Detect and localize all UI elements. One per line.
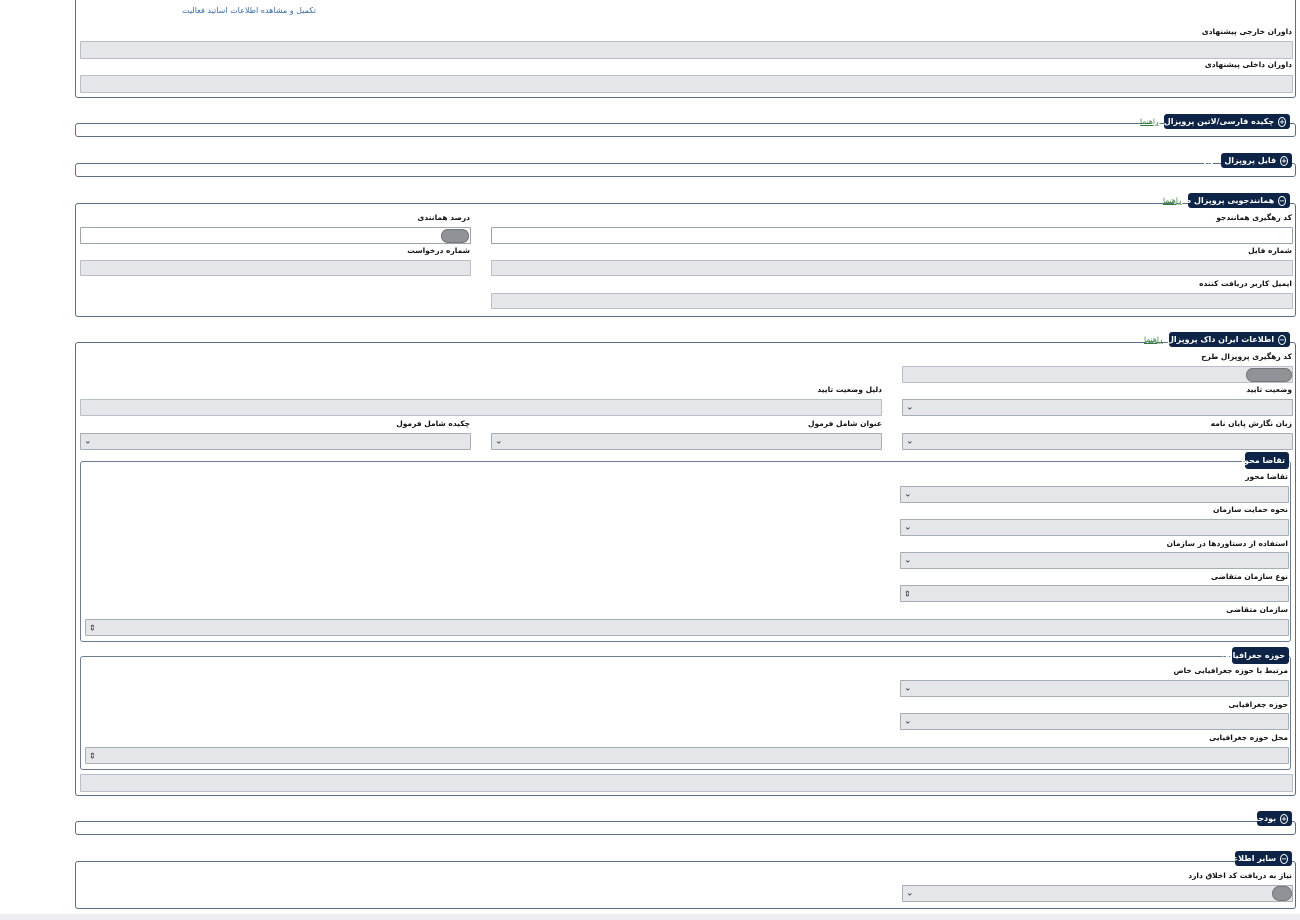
- demand-based-select[interactable]: ⌄: [900, 486, 1289, 503]
- support-type-select[interactable]: ⌄: [900, 519, 1289, 536]
- other-section-header[interactable]: سایر اطلاعات −: [1222, 851, 1292, 866]
- geo-subsection-title: حوزه جغرافیایی: [1221, 651, 1286, 660]
- chevron-down-icon: ⇕: [89, 751, 96, 760]
- ethics-code-select[interactable]: ⌄: [902, 885, 1293, 902]
- irandoc-section-header[interactable]: اطلاعات ایران داک پروپزال طرح −: [1146, 332, 1290, 347]
- irandoc-help-link[interactable]: راهنما: [1144, 335, 1163, 344]
- abstract-formula-label: چکیده شامل فرمول: [396, 419, 470, 428]
- plus-circle-icon: +: [1280, 813, 1288, 824]
- applicant-org-type-label: نوع سازمان متقاضی: [1211, 572, 1288, 581]
- ethics-code-label: نیاز به دریافت کد اخلاق دارد: [1188, 871, 1292, 880]
- geo-location-select[interactable]: ⇕: [85, 747, 1289, 764]
- thesis-language-select[interactable]: ⌄: [902, 433, 1293, 450]
- file-number-label: شماره فایل: [1248, 246, 1292, 255]
- geo-area-label: حوزه جغرافیایی: [1228, 700, 1288, 709]
- chevron-down-icon: ⌄: [904, 489, 912, 499]
- title-formula-select[interactable]: ⌄: [491, 433, 882, 450]
- file-panel: [75, 163, 1296, 177]
- external-referees-label: داوران خارجی پیشنهادی: [1201, 27, 1292, 36]
- chevron-down-icon: ⌄: [904, 716, 912, 726]
- plus-circle-icon: +: [1280, 155, 1288, 166]
- recipient-email-field[interactable]: [491, 293, 1293, 309]
- chevron-down-icon: ⌄: [904, 683, 912, 693]
- internal-referees-label: داوران داخلی پیشنهادی: [1204, 60, 1292, 69]
- chevron-down-icon: ⌄: [904, 522, 912, 532]
- approval-reason-label: دلیل وضعیت تایید: [817, 385, 882, 394]
- chevron-down-icon: ⌄: [84, 436, 92, 446]
- abstract-panel: [75, 123, 1296, 137]
- abstract-section-title: چکیده فارسی/لاتین پروپزال طرح: [1142, 117, 1275, 126]
- applicant-org-select[interactable]: ⇕: [85, 619, 1289, 636]
- chevron-down-icon: ⌄: [904, 555, 912, 565]
- external-referees-field[interactable]: [80, 41, 1293, 59]
- request-number-label: شماره درخواست: [407, 246, 470, 255]
- abstract-section-header[interactable]: چکیده فارسی/لاتین پروپزال طرح +: [1143, 114, 1290, 129]
- geo-area-select[interactable]: ⌄: [900, 713, 1289, 730]
- similarity-section-title: همانندجویی پروپزال طرح: [1172, 196, 1275, 205]
- achievements-use-select[interactable]: ⌄: [900, 552, 1289, 569]
- irandoc-tracking-code-field[interactable]: [902, 366, 1293, 383]
- chevron-down-icon: ⌄: [906, 436, 914, 446]
- demand-based-label: تقاضا محور: [1245, 472, 1288, 481]
- minus-circle-icon: −: [1280, 853, 1288, 864]
- budget-section-header[interactable]: بودجه +: [1253, 811, 1292, 826]
- geo-subsection-header[interactable]: حوزه جغرافیایی: [1222, 647, 1289, 664]
- chevron-down-icon: ⇕: [904, 589, 911, 598]
- similarity-percent-toggle[interactable]: [441, 229, 469, 243]
- demand-subsection-title: تقاضا محور: [1239, 456, 1285, 465]
- irandoc-tracking-toggle[interactable]: [1246, 368, 1292, 382]
- similarity-tracking-code-label: کد رهگیری همانندجو: [1216, 213, 1292, 222]
- applicant-org-type-select[interactable]: ⇕: [900, 585, 1289, 602]
- file-section-title: فایل پروپزال طرح: [1203, 156, 1277, 165]
- similarity-percent-input[interactable]: [80, 227, 471, 244]
- related-geo-select[interactable]: ⌄: [900, 680, 1289, 697]
- page-footer-strip: [0, 914, 1300, 920]
- geo-location-label: محل حوزه جغرافیایی: [1209, 733, 1288, 742]
- approval-status-label: وضعیت تایید: [1246, 385, 1292, 394]
- chevron-down-icon: ⌄: [906, 888, 914, 898]
- demand-subsection-header[interactable]: تقاضا محور: [1239, 452, 1289, 469]
- plus-circle-icon: +: [1278, 116, 1286, 127]
- support-type-label: نحوه حمایت سازمان: [1213, 505, 1288, 514]
- recipient-email-label: ایمیل کاربر دریافت کننده: [1199, 279, 1292, 288]
- applicant-org-label: سازمان متقاضی: [1226, 605, 1288, 614]
- minus-circle-icon: −: [1278, 334, 1286, 345]
- approval-status-select[interactable]: ⌄: [902, 399, 1293, 416]
- title-formula-label: عنوان شامل فرمول: [807, 419, 882, 428]
- file-number-field[interactable]: [491, 260, 1293, 276]
- budget-section-title: بودجه: [1253, 814, 1277, 823]
- irandoc-tracking-code-label: کد رهگیری پروپزال طرح: [1201, 352, 1292, 361]
- similarity-percent-label: درصد همانندی: [417, 213, 471, 222]
- file-section-header[interactable]: فایل پروپزال طرح +: [1203, 153, 1292, 168]
- thesis-language-label: زبان نگارش پایان نامه: [1210, 419, 1292, 428]
- internal-referees-field[interactable]: [80, 75, 1293, 93]
- chevron-down-icon: ⌄: [495, 436, 503, 446]
- ethics-code-toggle[interactable]: [1272, 886, 1292, 901]
- similarity-tracking-code-input[interactable]: [491, 227, 1293, 244]
- faculty-info-link[interactable]: تکمیل و مشاهده اطلاعات اساتید فعالیت: [182, 6, 316, 15]
- request-number-field[interactable]: [80, 260, 471, 276]
- similarity-section-header[interactable]: همانندجویی پروپزال طرح −: [1173, 193, 1290, 208]
- budget-panel: [75, 821, 1296, 835]
- similarity-help-link[interactable]: راهنما: [1163, 196, 1182, 205]
- approval-reason-field[interactable]: [80, 399, 882, 416]
- abstract-formula-select[interactable]: ⌄: [80, 433, 471, 450]
- irandoc-extra-field[interactable]: [80, 774, 1293, 792]
- abstract-help-link[interactable]: راهنما: [1140, 117, 1159, 126]
- chevron-down-icon: ⇕: [89, 623, 96, 632]
- chevron-down-icon: ⌄: [906, 402, 914, 412]
- minus-circle-icon: −: [1278, 195, 1286, 206]
- related-geo-label: مرتبط با حوزه جغرافیایی خاص: [1173, 666, 1288, 675]
- other-section-title: سایر اطلاعات: [1221, 854, 1277, 863]
- irandoc-section-title: اطلاعات ایران داک پروپزال طرح: [1145, 335, 1275, 344]
- achievements-use-label: استفاده از دستاوردها در سازمان: [1166, 539, 1288, 548]
